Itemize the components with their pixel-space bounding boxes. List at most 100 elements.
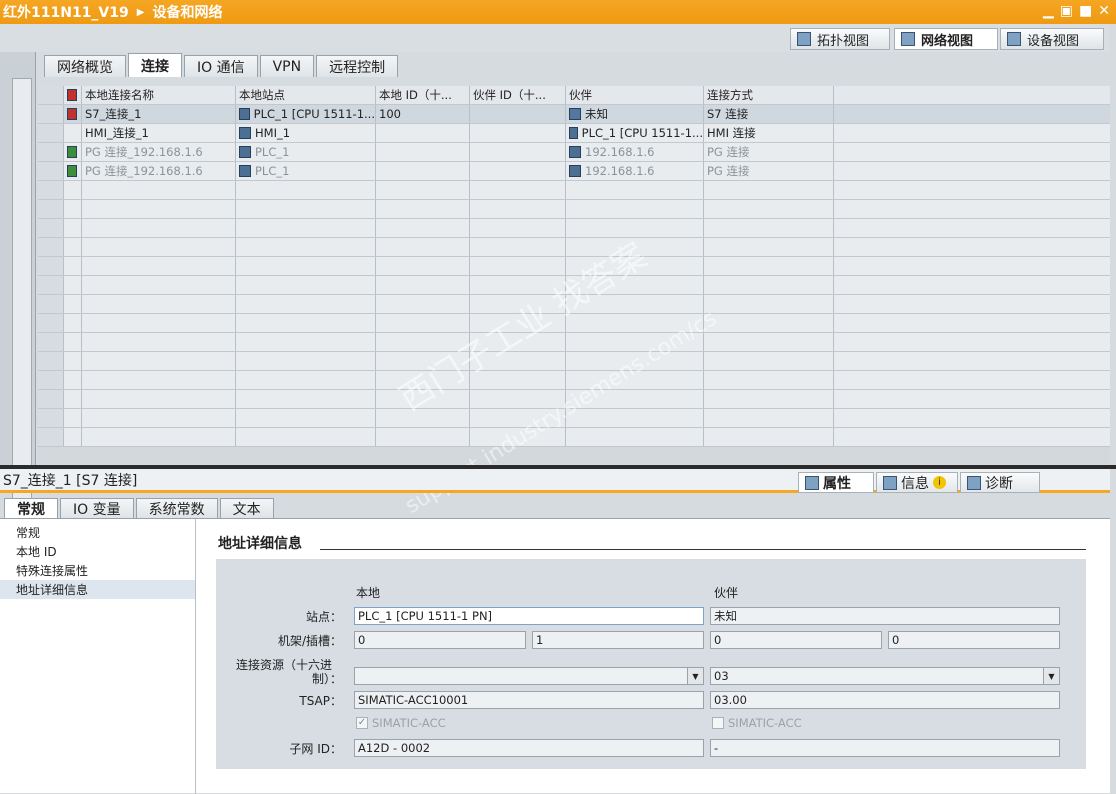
cell-local-id[interactable]: 100	[376, 105, 470, 123]
checkbox-unchecked	[712, 717, 724, 729]
tab-diagnostics[interactable]: 诊断	[960, 472, 1040, 493]
partner-station-field[interactable]: 未知	[710, 607, 1060, 625]
cell-type[interactable]: S7 连接	[704, 105, 834, 123]
tab-info[interactable]: 信息 i	[876, 472, 958, 493]
table-row-empty[interactable]	[38, 352, 1110, 371]
cell-type[interactable]: HMI 连接	[704, 124, 834, 142]
cell-station[interactable]: PLC_1 [CPU 1511-1...	[236, 105, 376, 123]
chevron-down-icon[interactable]: ▼	[1043, 668, 1059, 684]
empty-cell	[470, 409, 566, 427]
cell-partner-id[interactable]	[470, 162, 566, 180]
empty-cell	[82, 200, 236, 218]
table-row-empty[interactable]	[38, 181, 1110, 200]
maximize-button[interactable]: ■	[1079, 3, 1092, 19]
table-row-empty[interactable]	[38, 428, 1110, 447]
tab-io-communication[interactable]: IO 通信	[184, 55, 258, 77]
cell-partner[interactable]: 192.168.1.6	[566, 162, 704, 180]
tab-vpn[interactable]: VPN	[259, 55, 315, 77]
header-partner[interactable]: 伙伴	[566, 86, 704, 104]
nav-general[interactable]: 常规	[0, 523, 195, 542]
filter-icon	[67, 89, 77, 101]
cell-partner[interactable]: PLC_1 [CPU 1511-1...	[566, 124, 704, 142]
cell-name[interactable]: PG 连接_192.168.1.6	[82, 162, 236, 180]
partner-slot-field[interactable]: 0	[888, 631, 1060, 649]
header-partner-id[interactable]: 伙伴 ID（十...	[470, 86, 566, 104]
table-row-empty[interactable]	[38, 371, 1110, 390]
partner-simatic-acc-checkbox[interactable]: SIMATIC-ACC	[712, 716, 802, 730]
subtab-io-tags[interactable]: IO 变量	[60, 498, 134, 518]
minimize-button[interactable]: ▁	[1043, 3, 1054, 19]
row-header-corner	[38, 86, 64, 104]
cell-name[interactable]: S7_连接_1	[82, 105, 236, 123]
cell-type[interactable]: PG 连接	[704, 162, 834, 180]
topology-view-button[interactable]: 拓扑视图	[790, 28, 890, 50]
partner-resource-select[interactable]: 03 ▼	[710, 667, 1060, 685]
local-station-field[interactable]: PLC_1 [CPU 1511-1 PN]	[354, 607, 704, 625]
subtab-texts[interactable]: 文本	[219, 498, 274, 518]
table-row-empty[interactable]	[38, 238, 1110, 257]
cell-local-id[interactable]	[376, 124, 470, 142]
nav-local-id[interactable]: 本地 ID	[0, 542, 195, 561]
restore-button[interactable]: ▣	[1060, 3, 1073, 19]
local-slot-field[interactable]: 1	[532, 631, 704, 649]
cell-station[interactable]: HMI_1	[236, 124, 376, 142]
local-tsap-field[interactable]: SIMATIC-ACC10001	[354, 691, 704, 709]
cell-partner-text: 未知	[585, 107, 608, 121]
partner-subnet-field[interactable]: -	[710, 739, 1060, 757]
subtab-general[interactable]: 常规	[4, 498, 58, 518]
nav-address-details[interactable]: 地址详细信息	[0, 580, 195, 599]
header-local-name[interactable]: 本地连接名称	[82, 86, 236, 104]
station-label: 站点：	[305, 610, 342, 624]
table-row-empty[interactable]	[38, 257, 1110, 276]
cell-partner-id[interactable]	[470, 124, 566, 142]
cell-name[interactable]: PG 连接_192.168.1.6	[82, 143, 236, 161]
cell-partner-id[interactable]	[470, 105, 566, 123]
chevron-down-icon[interactable]: ▼	[687, 668, 703, 684]
local-rack-field[interactable]: 0	[354, 631, 526, 649]
table-row-empty[interactable]	[38, 333, 1110, 352]
cell-type[interactable]: PG 连接	[704, 143, 834, 161]
table-row-empty[interactable]	[38, 219, 1110, 238]
table-row[interactable]: S7_连接_1 PLC_1 [CPU 1511-1... 100 未知 S7 连…	[38, 105, 1110, 124]
table-row[interactable]: HMI_连接_1 HMI_1 PLC_1 [CPU 1511-1... HMI …	[38, 124, 1110, 143]
table-row-empty[interactable]	[38, 295, 1110, 314]
tab-connections[interactable]: 连接	[128, 53, 182, 77]
table-row[interactable]: PG 连接_192.168.1.6 PLC_1 192.168.1.6 PG 连…	[38, 162, 1110, 181]
empty-cell	[376, 200, 470, 218]
vertical-scrollbar[interactable]	[12, 78, 32, 500]
table-row-empty[interactable]	[38, 200, 1110, 219]
cell-partner[interactable]: 192.168.1.6	[566, 143, 704, 161]
local-simatic-acc-checkbox[interactable]: ✓ SIMATIC-ACC	[356, 716, 446, 730]
cell-partner[interactable]: 未知	[566, 105, 704, 123]
tab-properties[interactable]: 属性	[798, 472, 874, 493]
cell-partner-id[interactable]	[470, 143, 566, 161]
breadcrumb: 设备和网络	[152, 5, 223, 21]
table-row-empty[interactable]	[38, 409, 1110, 428]
header-local-station[interactable]: 本地站点	[236, 86, 376, 104]
tab-remote-control[interactable]: 远程控制	[316, 55, 399, 77]
nav-special-properties[interactable]: 特殊连接属性	[0, 561, 195, 580]
device-view-button[interactable]: 设备视图	[1000, 28, 1104, 50]
project-title: 红外111N11_V19	[3, 5, 129, 21]
table-row-empty[interactable]	[38, 314, 1110, 333]
property-subtabs: 常规 IO 变量 系统常数 文本	[4, 498, 276, 518]
table-row[interactable]: PG 连接_192.168.1.6 PLC_1 192.168.1.6 PG 连…	[38, 143, 1110, 162]
header-connection-type[interactable]: 连接方式	[704, 86, 834, 104]
subtab-system-constants[interactable]: 系统常数	[135, 498, 218, 518]
tab-network-overview[interactable]: 网络概览	[44, 55, 126, 77]
network-view-button[interactable]: 网络视图	[894, 28, 998, 50]
cell-station[interactable]: PLC_1	[236, 143, 376, 161]
local-resource-select[interactable]: ▼	[354, 667, 704, 685]
cell-station[interactable]: PLC_1	[236, 162, 376, 180]
close-button[interactable]: ✕	[1098, 3, 1110, 19]
cell-local-id[interactable]	[376, 143, 470, 161]
cell-local-id[interactable]	[376, 162, 470, 180]
cell-name[interactable]: HMI_连接_1	[82, 124, 236, 142]
local-subnet-field[interactable]: A12D - 0002	[354, 739, 704, 757]
partner-tsap-field[interactable]: 03.00	[710, 691, 1060, 709]
empty-cell	[236, 314, 376, 332]
table-row-empty[interactable]	[38, 276, 1110, 295]
partner-rack-field[interactable]: 0	[710, 631, 882, 649]
header-local-id[interactable]: 本地 ID（十...	[376, 86, 470, 104]
table-row-empty[interactable]	[38, 390, 1110, 409]
